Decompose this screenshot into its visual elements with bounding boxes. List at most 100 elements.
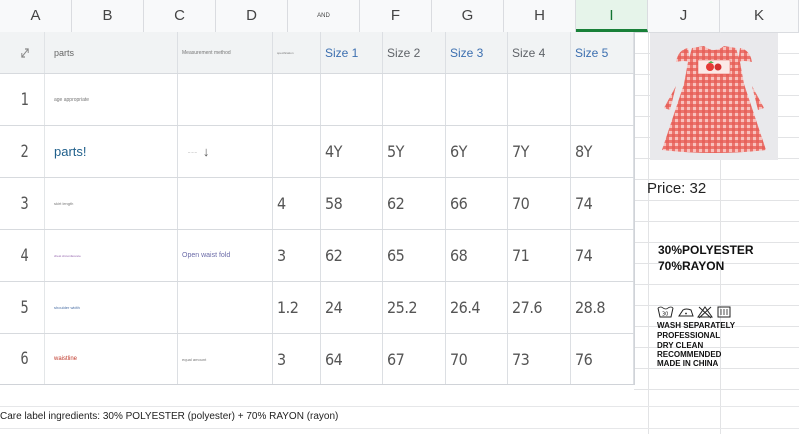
size-cell: 62 xyxy=(321,230,383,281)
column-header-e[interactable]: AND xyxy=(288,0,360,32)
size-cell: 6Y xyxy=(446,126,508,177)
value-cell: 3 xyxy=(273,230,321,281)
grid-line xyxy=(648,32,649,434)
row-number: 3 xyxy=(5,178,45,229)
column-header-f[interactable]: F xyxy=(360,0,432,32)
method-cell xyxy=(178,282,273,333)
grid-line xyxy=(634,284,799,285)
part-name: age appropriate xyxy=(50,74,178,125)
size-cell: 76 xyxy=(571,334,634,384)
size-cell: 4Y xyxy=(321,126,383,177)
care-icons: 30 xyxy=(657,305,737,319)
size-cell: 62 xyxy=(383,178,446,229)
size-cell: 5Y xyxy=(383,126,446,177)
grid-line xyxy=(0,406,799,407)
value-cell xyxy=(273,74,321,125)
grid-line xyxy=(634,221,799,222)
size-cell xyxy=(383,74,446,125)
care-label-cell[interactable]: Care label ingredients: 30% POLYESTER (p… xyxy=(0,411,338,422)
method-cell: equal amount xyxy=(178,334,273,384)
row-number: 6 xyxy=(5,334,45,384)
size-cell xyxy=(508,74,571,125)
size-cell: 26.4 xyxy=(446,282,508,333)
row-number: 4 xyxy=(5,230,45,281)
header-size-1: Size 1 xyxy=(321,32,383,73)
svg-text:30: 30 xyxy=(662,312,668,318)
row-number: 5 xyxy=(5,282,45,333)
column-header-j[interactable]: J xyxy=(648,0,720,32)
method-cell xyxy=(178,74,273,125)
row-number: 1 xyxy=(5,74,45,125)
value-cell: 4 xyxy=(273,178,321,229)
part-name: waistline xyxy=(50,334,178,384)
column-header-g[interactable]: G xyxy=(432,0,504,32)
column-header-i-selected[interactable]: I xyxy=(576,0,648,32)
size-cell: 74 xyxy=(571,230,634,281)
size-cell: 58 xyxy=(321,178,383,229)
size-cell: 64 xyxy=(321,334,383,384)
size-cell: 71 xyxy=(508,230,571,281)
column-header-a[interactable]: A xyxy=(0,0,72,32)
no-bleach-icon xyxy=(697,306,713,319)
size-cell xyxy=(571,74,634,125)
size-cell: 25.2 xyxy=(383,282,446,333)
size-cell: 8Y xyxy=(571,126,634,177)
header-size-4: Size 4 xyxy=(508,32,571,73)
grid-line xyxy=(634,200,799,201)
column-header-d[interactable]: D xyxy=(216,0,288,32)
resize-arrows-icon xyxy=(5,32,45,73)
column-header-k[interactable]: K xyxy=(720,0,799,32)
iron-low-icon xyxy=(678,308,694,317)
care-line: PROFESSIONAL xyxy=(657,331,721,340)
header-parts: parts xyxy=(50,32,178,73)
part-name: parts! xyxy=(50,126,178,177)
product-image[interactable] xyxy=(650,33,778,160)
size-cell: 28.8 xyxy=(571,282,634,333)
table-row: 4 chest circumference Open waist fold 3 … xyxy=(0,230,634,282)
wash-30-icon: 30 xyxy=(657,306,674,318)
table-row: 6 waistline equal amount 3 64 67 70 73 7… xyxy=(0,334,634,384)
method-cell: – – – ↓ xyxy=(178,126,273,177)
care-line: WASH SEPARATELY xyxy=(657,321,736,330)
method-cell: Open waist fold xyxy=(178,230,273,281)
method-cell xyxy=(178,178,273,229)
table-header-row: parts Measurement method specification S… xyxy=(0,32,634,74)
size-cell: 65 xyxy=(383,230,446,281)
care-line: MADE IN CHINA xyxy=(657,359,719,368)
column-header-h[interactable]: H xyxy=(504,0,576,32)
care-line: DRY CLEAN xyxy=(657,341,704,350)
column-header-b[interactable]: B xyxy=(72,0,144,32)
value-cell xyxy=(273,126,321,177)
price-label: Price: 32 xyxy=(647,180,707,197)
size-cell: 70 xyxy=(508,178,571,229)
part-name: skirt length xyxy=(50,178,178,229)
table-row: 5 shoulder width 1.2 24 25.2 26.4 27.6 2… xyxy=(0,282,634,334)
part-name: shoulder width xyxy=(50,282,178,333)
value-cell: 1.2 xyxy=(273,282,321,333)
size-cell: 74 xyxy=(571,178,634,229)
grid-line xyxy=(0,428,799,429)
size-cell: 66 xyxy=(446,178,508,229)
size-cell: 24 xyxy=(321,282,383,333)
header-specification: specification xyxy=(273,32,321,73)
header-size-2: Size 2 xyxy=(383,32,446,73)
column-header-bar: A B C D AND F G H I J K xyxy=(0,0,799,33)
size-cell: 68 xyxy=(446,230,508,281)
value-cell: 3 xyxy=(273,334,321,384)
header-size-3: Size 3 xyxy=(446,32,508,73)
header-size-5: Size 5 xyxy=(571,32,634,73)
size-chart-table: parts Measurement method specification S… xyxy=(0,32,635,385)
table-row: 2 parts! – – – ↓ 4Y 5Y 6Y 7Y 8Y xyxy=(0,126,634,178)
column-header-c[interactable]: C xyxy=(144,0,216,32)
grid-line xyxy=(634,368,799,369)
size-cell: 67 xyxy=(383,334,446,384)
composition-rayon: 70%RAYON xyxy=(658,259,725,273)
part-name: chest circumference xyxy=(50,230,178,281)
header-measurement-method: Measurement method xyxy=(178,32,273,73)
tumble-dry-icon xyxy=(717,306,731,318)
size-cell xyxy=(446,74,508,125)
size-cell xyxy=(321,74,383,125)
size-cell: 70 xyxy=(446,334,508,384)
grid-line xyxy=(634,389,799,390)
table-row: 3 skirt length 4 58 62 66 70 74 xyxy=(0,178,634,230)
